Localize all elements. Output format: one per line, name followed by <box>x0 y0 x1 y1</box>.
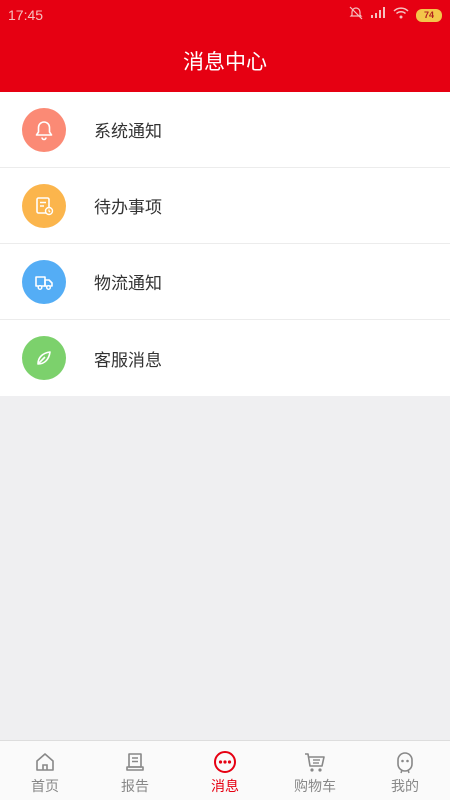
message-icon <box>212 749 238 775</box>
menu-item-customer-service[interactable]: 客服消息 <box>0 320 450 396</box>
report-icon <box>122 749 148 775</box>
tab-label: 消息 <box>211 779 239 795</box>
message-category-list: 系统通知 待办事项 物流通知 客服消息 <box>0 92 450 396</box>
tab-home[interactable]: 首页 <box>0 741 90 800</box>
menu-item-label: 客服消息 <box>94 350 162 371</box>
menu-item-system-notice[interactable]: 系统通知 <box>0 92 450 168</box>
bottom-tab-bar: 首页 报告 消息 购物车 我的 <box>0 740 450 800</box>
tab-cart[interactable]: 购物车 <box>270 741 360 800</box>
cart-icon <box>302 749 328 775</box>
user-icon <box>392 749 418 775</box>
status-bar: 17:45 74 <box>0 0 450 30</box>
bell-icon <box>22 108 66 152</box>
wifi-icon <box>393 7 409 23</box>
page-title-row: 消息中心 <box>0 30 450 92</box>
alarm-off-icon <box>349 6 363 24</box>
truck-icon <box>22 260 66 304</box>
page-title: 消息中心 <box>183 50 267 74</box>
status-indicators: 74 <box>349 6 442 24</box>
battery-indicator: 74 <box>416 8 442 22</box>
status-time: 17:45 <box>8 7 44 23</box>
menu-item-label: 待办事项 <box>94 198 162 218</box>
tab-report[interactable]: 报告 <box>90 741 180 800</box>
leaf-icon <box>22 336 66 380</box>
tab-label: 购物车 <box>294 779 336 795</box>
menu-item-todo[interactable]: 待办事项 <box>0 168 450 244</box>
header-bar: 17:45 74 消息中心 <box>0 0 450 92</box>
tab-label: 首页 <box>31 779 59 795</box>
todo-icon <box>22 184 66 228</box>
tab-profile[interactable]: 我的 <box>360 741 450 800</box>
tab-messages[interactable]: 消息 <box>180 741 270 800</box>
home-icon <box>32 749 58 775</box>
tab-label: 报告 <box>121 779 149 795</box>
menu-item-label: 系统通知 <box>94 122 162 142</box>
tab-label: 我的 <box>391 779 419 795</box>
menu-item-logistics[interactable]: 物流通知 <box>0 244 450 320</box>
signal-icon <box>370 7 386 23</box>
menu-item-label: 物流通知 <box>94 274 162 294</box>
